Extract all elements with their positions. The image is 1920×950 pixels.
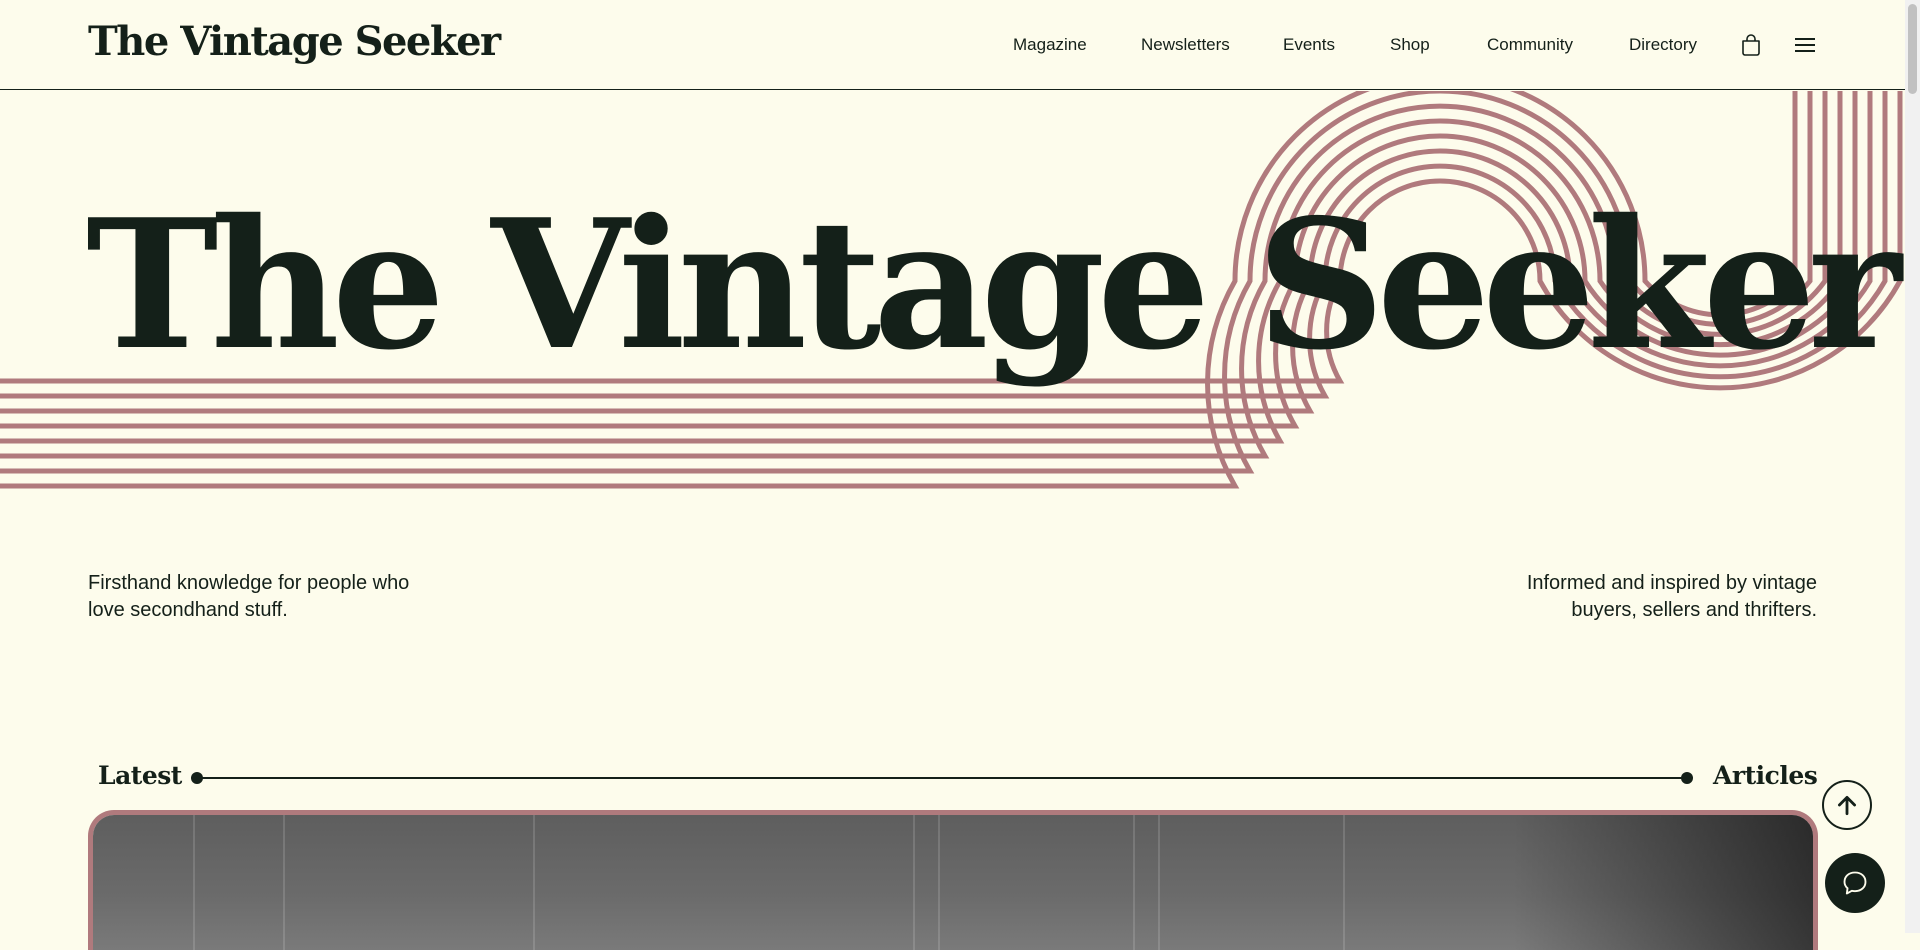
section-label-articles: Articles <box>1713 761 1818 790</box>
chat-bubble-icon <box>1843 871 1867 895</box>
section-label-latest: Latest <box>98 761 182 790</box>
tagline-left: Firsthand knowledge for people who love … <box>88 572 410 621</box>
chat-button[interactable] <box>1825 853 1885 913</box>
nav-link-community[interactable]: Community <box>1487 33 1573 57</box>
featured-article-card[interactable] <box>88 810 1818 950</box>
hero-title: The Vintage Seeker <box>86 180 1902 389</box>
nav-link-newsletters[interactable]: Newsletters <box>1141 33 1230 57</box>
rule-dot-right <box>1681 772 1693 784</box>
page-scrollbar[interactable] <box>1905 0 1920 933</box>
nav-link-shop[interactable]: Shop <box>1390 33 1430 57</box>
hamburger-menu-icon[interactable] <box>1795 36 1815 54</box>
back-to-top-button[interactable] <box>1822 780 1872 830</box>
scrollbar-thumb[interactable] <box>1908 4 1917 94</box>
tagline-right: Informed and inspired by vintage buyers,… <box>1526 572 1817 621</box>
section-rule <box>196 777 1686 779</box>
featured-article-image <box>93 815 1813 950</box>
nav-link-directory[interactable]: Directory <box>1629 33 1697 57</box>
nav-link-magazine[interactable]: Magazine <box>1013 33 1087 57</box>
arrow-up-icon <box>1838 796 1856 816</box>
main-nav: Magazine Newsletters Events Shop Communi… <box>0 33 1905 57</box>
shopping-bag-icon[interactable] <box>1739 33 1763 57</box>
site-header: The Vintage Seeker Magazine Newsletters … <box>0 0 1905 90</box>
nav-link-events[interactable]: Events <box>1283 33 1335 57</box>
